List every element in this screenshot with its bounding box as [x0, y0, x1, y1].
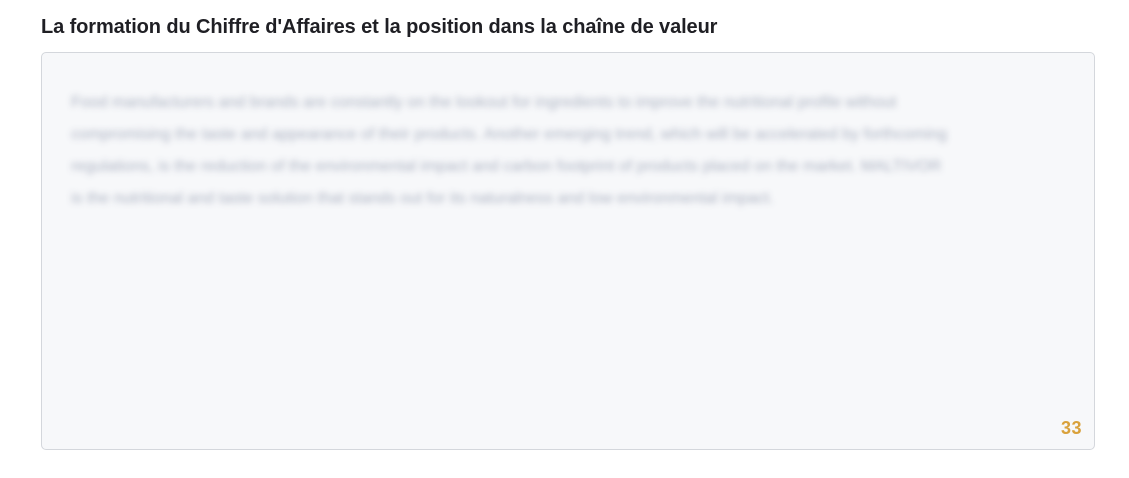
field-label: La formation du Chiffre d'Affaires et la… [41, 16, 718, 38]
description-textarea[interactable]: Food manufacturers and brands are consta… [41, 52, 1095, 450]
character-counter: 33 [1060, 418, 1082, 438]
textarea-content: Food manufacturers and brands are consta… [71, 94, 948, 207]
